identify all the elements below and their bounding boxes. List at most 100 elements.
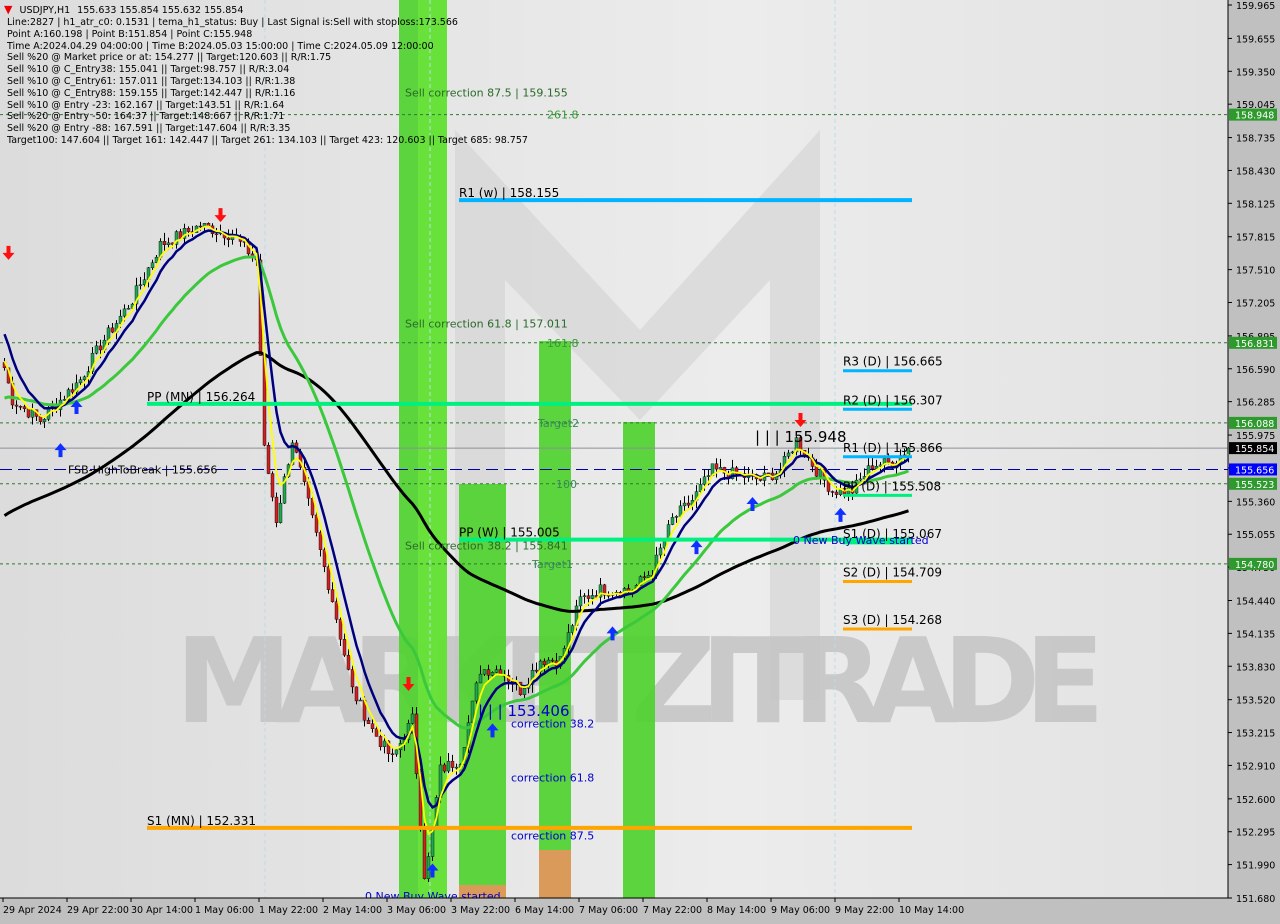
pivot-level-label: S2 (D) | 154.709 — [843, 566, 942, 580]
chart-annotation: Target1 — [531, 558, 573, 571]
chart-annotation: Sell correction 87.5 | 159.155 — [405, 86, 568, 99]
y-tick-label: 156.285 — [1236, 398, 1275, 409]
y-tick-label: 159.965 — [1236, 1, 1275, 12]
candle — [394, 749, 399, 755]
x-tick-label: 9 May 06:00 — [771, 905, 830, 916]
candle — [38, 416, 43, 422]
y-tick-label: 155.055 — [1236, 530, 1275, 541]
candle — [186, 228, 191, 232]
chart-annotation: correction 87.5 — [511, 829, 594, 842]
candle — [122, 308, 127, 317]
candle — [578, 596, 583, 607]
y-tick-label: 157.815 — [1236, 233, 1275, 244]
y-tick-label: 159.350 — [1236, 67, 1275, 78]
candle — [834, 491, 839, 495]
y-tick-label: 155.975 — [1236, 431, 1275, 442]
candle — [326, 566, 331, 590]
candle — [374, 728, 379, 737]
candle — [626, 588, 631, 591]
candle — [382, 740, 387, 748]
zone-orange — [539, 850, 571, 898]
pivot-level-label: R1 (w) | 158.155 — [459, 186, 559, 200]
candle — [758, 478, 763, 481]
pivot-level-label: R1 (D) | 155.866 — [843, 441, 943, 455]
chart-annotation: | | | 155.948 — [755, 428, 847, 446]
candle — [586, 595, 591, 599]
y-tick-label: 153.215 — [1236, 729, 1275, 740]
candle — [478, 673, 483, 684]
x-tick-label: 29 Apr 22:00 — [67, 905, 129, 916]
symbol-title: USDJPY,H1 — [19, 5, 71, 16]
chart-annotation: Sell correction 38.2 | 155.841 — [405, 540, 568, 553]
chart-annotation: 261.8 — [547, 109, 579, 122]
candle — [370, 723, 375, 729]
candle — [706, 475, 711, 478]
y-tick-label: 152.600 — [1236, 795, 1275, 806]
y-tick-label: 159.655 — [1236, 34, 1275, 45]
x-tick-label: 9 May 22:00 — [835, 905, 894, 916]
candle — [278, 502, 283, 523]
chart-annotation: 100 — [556, 478, 577, 491]
pivot-level-label: S3 (D) | 154.268 — [843, 613, 942, 627]
x-tick-label: 8 May 14:00 — [707, 905, 766, 916]
price-badge-label: 156.831 — [1235, 339, 1274, 350]
candle — [110, 327, 115, 333]
candle — [390, 753, 395, 755]
price-badge-label: 155.656 — [1235, 465, 1274, 476]
info-line: Sell %10 @ Entry -23: 162.167 || Target:… — [7, 99, 285, 111]
candle — [422, 828, 427, 879]
candle — [94, 345, 99, 354]
candle — [322, 549, 327, 568]
x-tick-label: 2 May 14:00 — [323, 905, 382, 916]
candle — [590, 595, 595, 599]
candle — [790, 451, 795, 454]
price-badge-label: 154.780 — [1235, 560, 1274, 571]
candle — [214, 233, 219, 235]
price-badge-label: 156.088 — [1235, 419, 1274, 430]
info-line: Line:2827 | h1_atr_c0: 0.1531 | tema_h1_… — [7, 17, 458, 28]
info-line: Sell %10 @ C_Entry88: 159.155 || Target:… — [7, 87, 296, 99]
ohlc-values: 155.633 155.854 155.632 155.854 — [77, 5, 244, 16]
candle — [658, 547, 663, 556]
candle — [138, 284, 143, 286]
candle — [334, 601, 339, 620]
candle — [642, 576, 647, 578]
candle — [686, 502, 691, 506]
candle — [410, 713, 415, 724]
chart-annotation: Target2 — [537, 417, 579, 430]
candle — [126, 308, 131, 310]
y-tick-label: 152.910 — [1236, 761, 1275, 772]
chart-annotation: correction 38.2 — [511, 717, 594, 730]
info-line: Target100: 147.604 || Target 161: 142.44… — [7, 135, 528, 146]
candle — [718, 467, 723, 470]
x-tick-label: 1 May 22:00 — [259, 905, 318, 916]
candle — [226, 237, 231, 240]
candle — [78, 379, 83, 384]
price-badge-label: 155.523 — [1235, 480, 1274, 491]
y-tick-label: 151.990 — [1236, 861, 1275, 872]
candle — [582, 595, 587, 597]
info-line: Sell %10 @ C_Entry61: 157.011 || Target:… — [7, 76, 296, 87]
candle — [354, 686, 359, 702]
candle — [42, 419, 47, 422]
candle — [266, 445, 271, 474]
candle — [378, 736, 383, 748]
candle — [446, 760, 451, 772]
candle — [674, 516, 679, 518]
price-badge-label: 158.948 — [1235, 111, 1274, 122]
symbol-menu-icon[interactable]: ▼ — [4, 3, 12, 16]
candle — [338, 619, 343, 640]
candle — [342, 639, 347, 656]
candle — [702, 476, 707, 485]
candle — [346, 654, 351, 670]
candle — [534, 670, 539, 672]
x-tick-label: 30 Apr 14:00 — [131, 905, 193, 916]
chart-annotation: correction 61.8 — [511, 771, 594, 784]
candle — [82, 376, 87, 380]
pivot-level-label: S1 (MN) | 152.331 — [147, 814, 256, 828]
candle — [870, 465, 875, 470]
chart-annotation: 0 New Buy Wave started — [793, 534, 929, 547]
candle — [830, 491, 835, 493]
candle — [358, 699, 363, 702]
candle — [30, 409, 35, 418]
